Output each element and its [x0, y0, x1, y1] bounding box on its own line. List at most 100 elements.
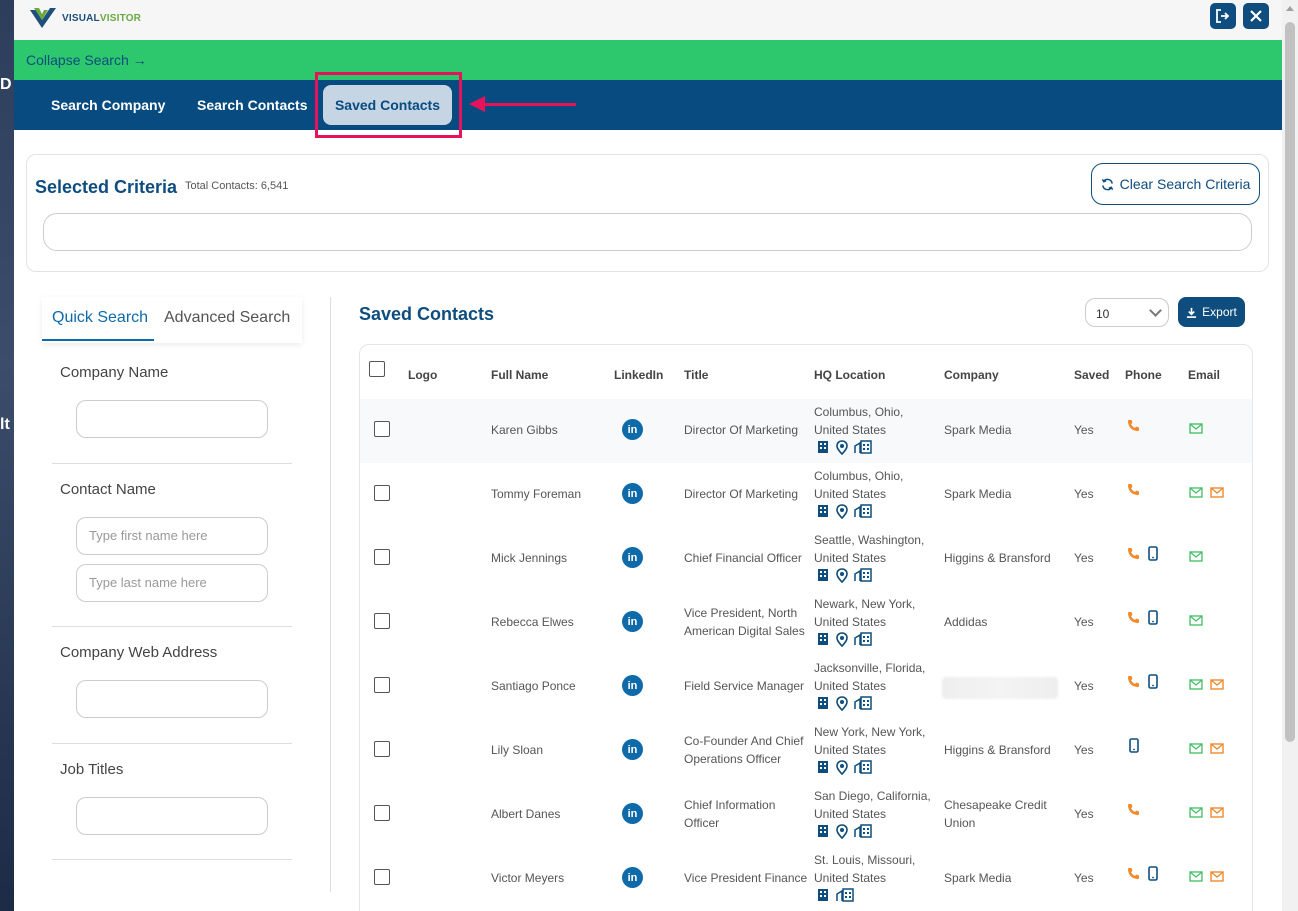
phone-button[interactable]: [1127, 419, 1140, 437]
contact-full-name[interactable]: Santiago Ponce: [491, 677, 576, 695]
phone-button[interactable]: [1127, 867, 1140, 885]
phone-button[interactable]: [1127, 547, 1140, 565]
job-titles-input[interactable]: [76, 797, 268, 835]
export-button[interactable]: Export: [1178, 297, 1245, 327]
location-pin-icon: [836, 824, 848, 839]
table-row[interactable]: Rebecca Elwes in Vice President, North Amer…: [360, 591, 1252, 655]
table-row[interactable]: Tommy Foreman in Director Of Marketing Colu…: [360, 463, 1252, 527]
first-name-input[interactable]: Type first name here: [76, 517, 268, 555]
email-button[interactable]: [1189, 421, 1203, 439]
linkedin-icon[interactable]: in: [622, 675, 643, 696]
row-checkbox[interactable]: [374, 677, 390, 693]
scrollbar-thumb[interactable]: [1285, 22, 1295, 742]
linkedin-icon[interactable]: in: [622, 803, 643, 824]
collapse-bar: Collapse Search →: [14, 40, 1282, 80]
contact-full-name[interactable]: Victor Meyers: [491, 869, 564, 887]
tab-search-contacts[interactable]: Search Contacts: [197, 97, 307, 113]
table-row[interactable]: Lily Sloan in Co-Founder And Chief Operatio…: [360, 719, 1252, 783]
collapse-search-link[interactable]: Collapse Search →: [26, 52, 147, 68]
contact-full-name[interactable]: Albert Danes: [491, 805, 560, 823]
location-icons: [816, 568, 872, 583]
email-button[interactable]: [1189, 741, 1203, 759]
email-button[interactable]: [1210, 805, 1224, 823]
contact-full-name[interactable]: Lily Sloan: [491, 741, 543, 759]
top-bar: VISUALVISITOR: [14, 0, 1282, 40]
email-icon: [1210, 871, 1224, 882]
scroll-up-arrow[interactable]: [1286, 6, 1294, 11]
row-checkbox[interactable]: [374, 421, 390, 437]
contact-full-name[interactable]: Mick Jennings: [491, 549, 567, 567]
linkedin-icon[interactable]: in: [622, 419, 643, 440]
location-pin-icon: [836, 760, 848, 775]
table-row[interactable]: Albert Danes in Chief Information Officer Sa…: [360, 783, 1252, 847]
row-checkbox[interactable]: [374, 549, 390, 565]
table-row[interactable]: Victor Meyers in Vice President Finance St.…: [360, 847, 1252, 911]
background-letter: lt: [0, 416, 10, 433]
location-pin-icon: [836, 632, 848, 647]
linkedin-icon[interactable]: in: [622, 867, 643, 888]
table-row[interactable]: Santiago Ponce in Field Service Manager Jac…: [360, 655, 1252, 719]
mobile-button[interactable]: [1148, 674, 1158, 694]
table-row[interactable]: Mick Jennings in Chief Financial Officer Se…: [360, 527, 1252, 591]
mobile-button[interactable]: [1148, 866, 1158, 886]
location-icons: [816, 440, 872, 455]
email-button[interactable]: [1210, 741, 1224, 759]
phone-button[interactable]: [1127, 611, 1140, 629]
logout-button[interactable]: [1210, 3, 1236, 29]
phone-button[interactable]: [1127, 675, 1140, 693]
email-icon: [1189, 679, 1203, 690]
criteria-input[interactable]: [43, 213, 1252, 251]
company-name-input[interactable]: [76, 400, 268, 438]
linkedin-icon[interactable]: in: [622, 611, 643, 632]
linkedin-icon[interactable]: in: [622, 739, 643, 760]
office-buildings-icon: [854, 760, 872, 774]
row-checkbox[interactable]: [374, 741, 390, 757]
phone-icon: [1128, 676, 1139, 687]
email-button[interactable]: [1189, 485, 1203, 503]
email-button[interactable]: [1210, 485, 1224, 503]
linkedin-icon[interactable]: in: [622, 483, 643, 504]
column-header: Title: [684, 368, 709, 382]
email-button[interactable]: [1189, 869, 1203, 887]
contact-full-name[interactable]: Karen Gibbs: [491, 421, 558, 439]
contact-full-name[interactable]: Rebecca Elwes: [491, 613, 574, 631]
email-button[interactable]: [1189, 549, 1203, 567]
tab-search-company[interactable]: Search Company: [51, 97, 165, 113]
tab-advanced-search[interactable]: Advanced Search: [164, 309, 290, 327]
hq-location-line: United States: [814, 551, 887, 565]
company-web-address-input[interactable]: [76, 680, 268, 718]
page-size-select[interactable]: 10: [1085, 298, 1169, 327]
row-checkbox[interactable]: [374, 485, 390, 501]
last-name-input[interactable]: Type last name here: [76, 564, 268, 602]
contact-full-name[interactable]: Tommy Foreman: [491, 485, 581, 503]
office-buildings-icon: [836, 888, 854, 902]
phone-button[interactable]: [1127, 803, 1140, 821]
divider: [52, 626, 292, 627]
contact-name-label: Contact Name: [60, 481, 156, 498]
close-button[interactable]: [1243, 3, 1269, 29]
clear-search-criteria-button[interactable]: Clear Search Criteria: [1091, 163, 1260, 205]
contact-title: Field Service Manager: [684, 679, 805, 693]
email-icon: [1189, 871, 1203, 882]
row-checkbox[interactable]: [374, 869, 390, 885]
linkedin-icon[interactable]: in: [622, 547, 643, 568]
email-button[interactable]: [1189, 805, 1203, 823]
row-checkbox[interactable]: [374, 613, 390, 629]
tab-quick-search[interactable]: Quick Search: [52, 309, 148, 327]
email-button[interactable]: [1189, 677, 1203, 695]
phone-button[interactable]: [1127, 483, 1140, 501]
criteria-title: Selected Criteria: [35, 177, 178, 197]
hq-location-line: Columbus, Ohio,: [814, 469, 904, 483]
email-button[interactable]: [1189, 613, 1203, 631]
table-row[interactable]: Karen Gibbs in Director Of Marketing Columb…: [360, 399, 1252, 463]
email-button[interactable]: [1210, 677, 1224, 695]
page-scrollbar[interactable]: [1282, 0, 1298, 911]
hq-location-line: United States: [814, 679, 887, 693]
mobile-button[interactable]: [1129, 738, 1139, 758]
row-checkbox[interactable]: [374, 805, 390, 821]
mobile-button[interactable]: [1148, 610, 1158, 630]
email-button[interactable]: [1210, 869, 1224, 887]
saved-status: Yes: [1074, 807, 1094, 821]
mobile-button[interactable]: [1148, 546, 1158, 566]
select-all-checkbox[interactable]: [369, 361, 385, 377]
